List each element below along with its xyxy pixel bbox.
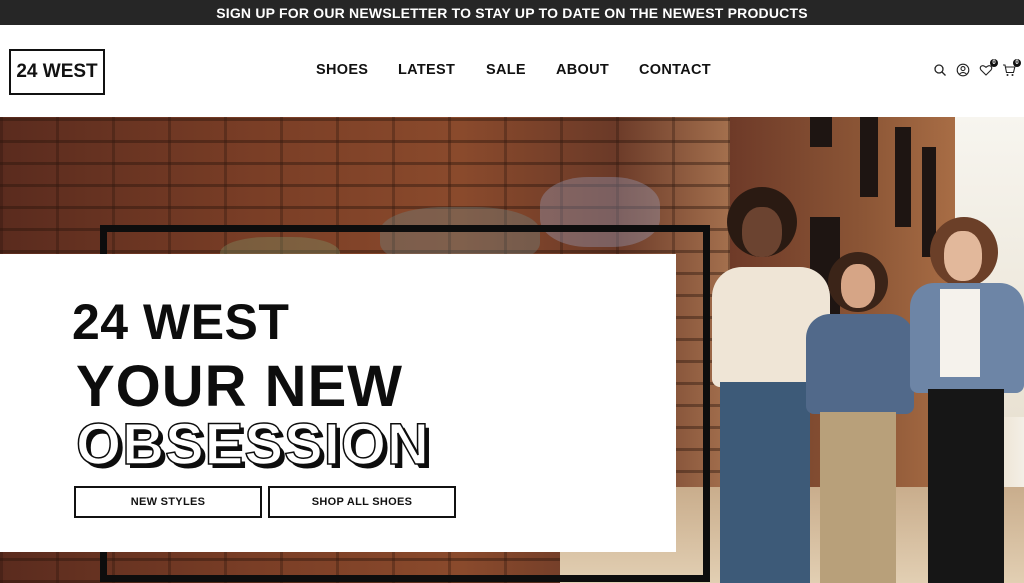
main-nav: SHOES LATEST SALE ABOUT CONTACT xyxy=(0,25,1024,117)
nav-latest[interactable]: LATEST xyxy=(398,62,455,78)
hero-brand: 24 WEST xyxy=(72,294,290,350)
hero-headline-line1: YOUR NEW xyxy=(76,354,403,419)
nav-shoes[interactable]: SHOES xyxy=(316,62,368,78)
heart-icon[interactable]: 0 xyxy=(979,59,998,77)
shop-all-shoes-button[interactable]: SHOP ALL SHOES xyxy=(268,486,456,518)
hero-headline-line2: OBSESSION xyxy=(75,412,430,477)
hero-person-2 xyxy=(806,252,916,583)
nav-contact[interactable]: CONTACT xyxy=(639,62,711,78)
user-icon[interactable] xyxy=(956,63,970,77)
wishlist-count-badge: 0 xyxy=(990,59,998,67)
announcement-bar[interactable]: SIGN UP FOR OUR NEWSLETTER TO STAY UP TO… xyxy=(0,0,1024,25)
nav-sale[interactable]: SALE xyxy=(486,62,526,78)
new-styles-button[interactable]: NEW STYLES xyxy=(74,486,262,518)
site-header: 24 WEST SHOES LATEST SALE ABOUT CONTACT … xyxy=(0,25,1024,117)
cart-count-badge: 0 xyxy=(1013,59,1021,67)
hero-person-3 xyxy=(910,217,1024,583)
nav-about[interactable]: ABOUT xyxy=(556,62,609,78)
cart-icon[interactable]: 0 xyxy=(1002,59,1021,77)
search-icon[interactable] xyxy=(933,63,947,77)
announcement-text[interactable]: SIGN UP FOR OUR NEWSLETTER TO STAY UP TO… xyxy=(216,5,808,21)
